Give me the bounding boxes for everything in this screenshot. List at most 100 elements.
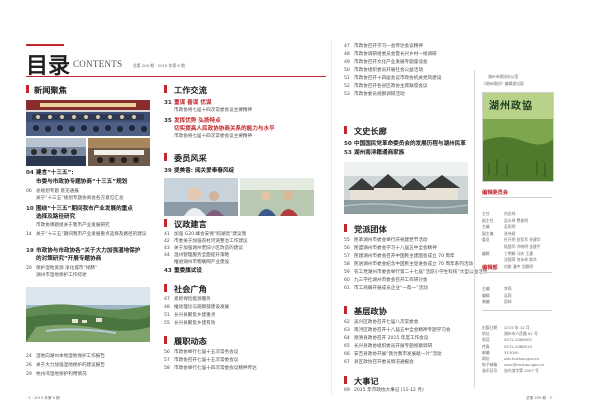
- article-desc: 温州管理服务全面提升策略: [174, 253, 230, 258]
- news-photo-conference: [88, 138, 150, 166]
- page-number: 04: [26, 170, 34, 176]
- host-org: 湖州市政协办公室: [488, 74, 519, 79]
- article-title: 湖州南浔籍通商家族: [354, 150, 405, 156]
- article-title: 重谋 善谋 优谋: [174, 100, 212, 106]
- section-marker: [164, 336, 167, 344]
- cover-title: 湖州政協: [489, 101, 533, 112]
- section-marker: [164, 85, 167, 93]
- article-desc: 市政协召开学习一会传达会议精神: [354, 44, 423, 49]
- article-desc: 市政协委员视察调研活动: [354, 92, 405, 97]
- article-desc: 市政协调研组委员会暨长兴乡村一线调研: [354, 52, 437, 57]
- article-title: 提美香: 阅关爱奉春风绽: [174, 168, 235, 174]
- article-title: 中国国民党革命委员会的发展历程与湖州民革: [354, 141, 466, 147]
- article-desc: 市政协召开七届十五次常委会议: [174, 358, 239, 363]
- article-desc: 市政协将七届十四次常委会议主要精神: [174, 108, 253, 113]
- section-title-grassroots: 基层政协: [354, 306, 387, 316]
- news-photo-group: [26, 138, 86, 166]
- article-desc: 关于“十三五”期间我市产业发展重点选择及路径的建议: [36, 232, 147, 237]
- page-number: 63: [344, 328, 350, 333]
- page-number: 52: [344, 84, 350, 89]
- header: 目录 CONTENTS 总第 209 期 · 2015 年第 6 期: [26, 46, 321, 79]
- article-desc: 推进湖州市物联网产业建设: [174, 260, 230, 265]
- section-title-parties: 党派团体: [354, 224, 387, 234]
- page-number: 39: [164, 168, 172, 174]
- article-desc: 市政协举行七届十四次常委会议精神传达: [174, 366, 257, 371]
- page-number: 62: [344, 320, 350, 325]
- page-number: 67: [344, 360, 350, 365]
- header-divider: [26, 76, 326, 77]
- page-number: 60: [344, 278, 350, 283]
- article-desc: 紧抓保险能源服务: [174, 297, 211, 302]
- article-desc: 市政协课题组关于我市产业发展研究: [36, 223, 110, 228]
- article-desc: 市委关于加强农村河道整治工作建议: [174, 239, 248, 244]
- footer-right: 总第 209 期 · 3 ·: [526, 396, 554, 400]
- page-number: 57: [164, 358, 170, 363]
- section-marker: [344, 306, 347, 314]
- history-photo-town: [344, 162, 468, 214]
- page-number: 59: [344, 270, 350, 275]
- member-photo-2: [240, 178, 314, 216]
- article-desc: 2015 年市政协大事记 (11-12 月): [354, 388, 424, 393]
- article-subtitle: 的对策研究”开展专题协商: [36, 256, 102, 262]
- article-desc: 市政协将七届十四次常委会议主要精神: [174, 134, 253, 139]
- article-title: 市政协与市政协各“关于大力加强湿地保护: [36, 248, 141, 254]
- article-subtitle: 市委与市政协专题协商“十三五”规划: [36, 179, 128, 185]
- dept-label: 美编: [482, 299, 490, 305]
- page-number: 58: [164, 366, 170, 371]
- article-desc: 加强 G20 峰会安保“照湖亮”建议我: [174, 232, 247, 237]
- section-title-advice: 议政建言: [174, 219, 207, 229]
- article-subtitle: 切实提高人民政协协商关系的能力与水平: [174, 126, 275, 132]
- info-divider: [482, 310, 552, 311]
- member-photo: [164, 178, 238, 216]
- article-desc: 湿地向湖州本地湿地保护工作报告: [36, 354, 105, 359]
- article-desc: 杭州湾湿地保护利用情况: [36, 372, 87, 377]
- article-desc: 民进湖州市委会纪念中国民主促进会成立 70 周年系列活动: [354, 262, 474, 267]
- page-number: 47: [164, 297, 170, 302]
- page-number: 66: [344, 352, 350, 357]
- page-number: 06: [26, 189, 32, 194]
- page-number: 31: [164, 100, 172, 106]
- page-number: 69: [344, 388, 350, 393]
- article-desc: 民建湖州市委会召开中国民主建国会成立 70 周年: [354, 254, 455, 259]
- news-photo-meeting: [26, 100, 150, 136]
- page-number: 50: [344, 68, 350, 73]
- page-number: 41: [164, 232, 170, 237]
- committee-title: 编辑委员会: [482, 190, 508, 196]
- cover-thumbnail: 湖州政協: [482, 92, 554, 182]
- page-number: 65: [344, 344, 350, 349]
- info-label: 准印证号: [482, 368, 498, 374]
- section-title-work: 工作交流: [174, 85, 207, 95]
- dept-title: 编辑部: [482, 265, 498, 271]
- article-desc: 民革湖州市委会举行庆祝建党节活动: [354, 238, 428, 243]
- article-desc: 关于“十三五”规划专题协商会各方意见汇总: [36, 196, 124, 201]
- article-title: 发挥优势 弘扬特点: [174, 118, 221, 124]
- committee-value: 刘俊 潘中 沈雅明: [504, 263, 533, 269]
- page-number: 57: [344, 254, 350, 259]
- article-desc: 关于大力加强湿地保护的建议报告: [36, 363, 105, 368]
- page-number: 48: [344, 52, 350, 57]
- article-desc: 市政协组织委员开展社会公益活动: [354, 68, 423, 73]
- page-number: 48: [164, 305, 170, 310]
- article-desc: 市政协召开文化产业发展专题座谈会: [354, 60, 428, 65]
- page-number: 61: [344, 286, 350, 291]
- middle-column: 工作交流 31 重谋 善谋 优谋 市政协将七届十四次常委会议主要精神 35 发挥…: [164, 82, 314, 392]
- article-desc: 市政协召开各县区政协主席联席会议: [354, 84, 428, 89]
- article-desc: 南浔区政协召开十八届五中全会精神专题学习会: [354, 328, 451, 333]
- article-desc: 长兴县政协组织委员开展专题视察调研: [354, 344, 433, 349]
- page-number: 51: [164, 313, 170, 318]
- page-number: 53: [344, 92, 350, 97]
- page-number: 64: [344, 336, 350, 341]
- section-title-duty: 履职动态: [174, 336, 207, 346]
- section-marker: [344, 224, 347, 232]
- page-number: 56: [344, 246, 350, 251]
- article-desc: 长兴县聚焦乡建重点: [174, 313, 216, 318]
- publisher: 《湖州政协》编辑部出版: [482, 81, 524, 86]
- page-number: 50: [344, 141, 352, 147]
- page-number: 58: [344, 262, 350, 267]
- page-number: 35: [164, 118, 172, 124]
- article-title: 重委旗试设: [174, 268, 202, 274]
- section-marker: [344, 376, 347, 384]
- committee-divider: [482, 197, 552, 198]
- page-number: 51: [344, 76, 350, 81]
- article-desc: 县区政协召开委员情况通报会: [354, 360, 414, 365]
